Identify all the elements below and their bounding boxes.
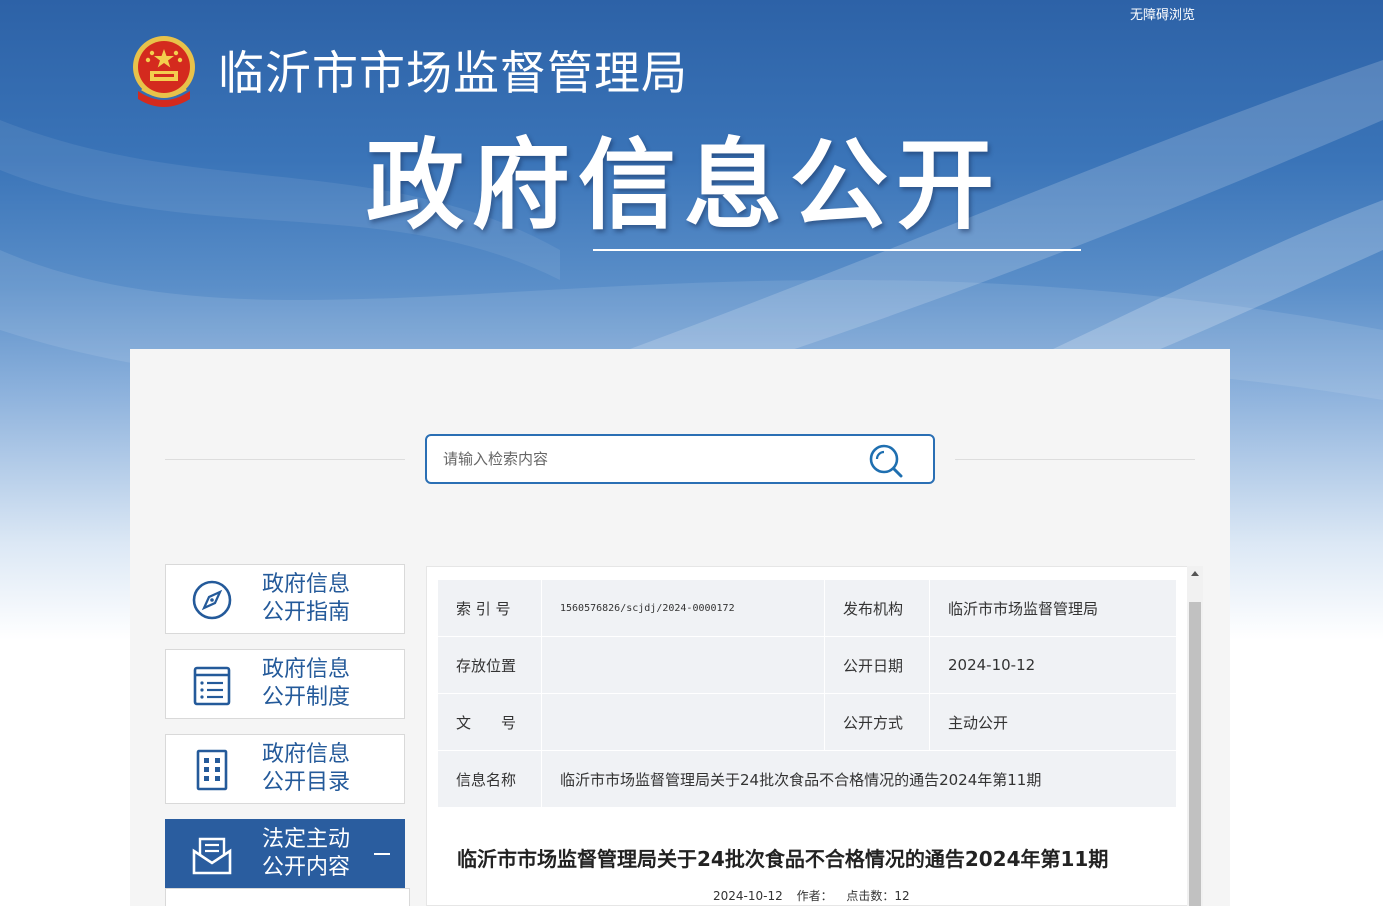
search-divider-left bbox=[165, 459, 405, 460]
sidebar-item-line1: 政府信息 bbox=[262, 657, 351, 682]
article-date: 2024-10-12 bbox=[713, 889, 783, 903]
table-row: 索 引 号 1560576826/scjdj/2024-0000172 发布机构… bbox=[437, 579, 1177, 637]
date-label: 公开日期 bbox=[824, 636, 930, 694]
scroll-thumb[interactable] bbox=[1189, 602, 1201, 906]
table-row: 存放位置 公开日期 2024-10-12 bbox=[437, 636, 1177, 694]
sidebar-item-label: 法定主动 公开内容 bbox=[262, 826, 392, 882]
list-document-icon bbox=[193, 666, 231, 706]
sidebar-item-line2: 公开制度 bbox=[262, 685, 351, 710]
location-label: 存放位置 bbox=[437, 636, 542, 694]
content-scrollbar[interactable] bbox=[1187, 566, 1203, 906]
collapse-icon[interactable] bbox=[374, 853, 390, 855]
article-author: 作者： bbox=[796, 889, 833, 903]
table-row: 信息名称 临沂市市场监督管理局关于24批次食品不合格情况的通告2024年第11期 bbox=[437, 750, 1177, 808]
search-input[interactable] bbox=[443, 446, 843, 472]
sidebar-item-line1: 政府信息 bbox=[262, 572, 351, 597]
article-clicks: 点击数：12 bbox=[846, 889, 910, 903]
org-value: 临沂市市场监督管理局 bbox=[929, 579, 1177, 637]
doc-no-value bbox=[541, 693, 825, 751]
site-title: 临沂市市场监督管理局 bbox=[218, 46, 688, 100]
date-value: 2024-10-12 bbox=[929, 636, 1177, 694]
info-table: 索 引 号 1560576826/scjdj/2024-0000172 发布机构… bbox=[437, 579, 1177, 808]
directory-grid-icon bbox=[196, 749, 228, 791]
page-title: 政府信息公开 bbox=[366, 129, 1003, 243]
scroll-up-arrow-icon[interactable] bbox=[1191, 571, 1199, 576]
table-row: 文 号 公开方式 主动公开 bbox=[437, 693, 1177, 751]
sidebar-item-statutory-content[interactable]: 法定主动 公开内容 bbox=[165, 819, 405, 889]
name-value: 临沂市市场监督管理局关于24批次食品不合格情况的通告2024年第11期 bbox=[541, 750, 1177, 808]
sidebar-item-label: 政府信息 公开制度 bbox=[262, 656, 392, 712]
method-value: 主动公开 bbox=[929, 693, 1177, 751]
sidebar-item-line2: 公开内容 bbox=[262, 855, 351, 880]
envelope-document-icon bbox=[192, 837, 232, 875]
sidebar-item-line1: 法定主动 bbox=[262, 827, 351, 852]
org-label: 发布机构 bbox=[824, 579, 930, 637]
title-underline bbox=[593, 249, 1081, 251]
sidebar-item-system[interactable]: 政府信息 公开制度 bbox=[165, 649, 405, 719]
content-area: 索 引 号 1560576826/scjdj/2024-0000172 发布机构… bbox=[426, 566, 1203, 906]
accessibility-link[interactable]: 无障碍浏览 bbox=[1130, 4, 1195, 23]
search-box bbox=[425, 434, 935, 484]
search-icon[interactable] bbox=[867, 442, 907, 478]
sidebar-submenu bbox=[165, 888, 410, 906]
sidebar-item-catalog[interactable]: 政府信息 公开目录 bbox=[165, 734, 405, 804]
index-value: 1560576826/scjdj/2024-0000172 bbox=[541, 579, 825, 637]
sidebar-item-label: 政府信息 公开目录 bbox=[262, 741, 392, 797]
article-title: 临沂市市场监督管理局关于24批次食品不合格情况的通告2024年第11期 bbox=[457, 847, 1109, 871]
sidebar-item-label: 政府信息 公开指南 bbox=[262, 571, 392, 627]
index-label: 索 引 号 bbox=[437, 579, 542, 637]
sidebar-item-line1: 政府信息 bbox=[262, 742, 351, 767]
location-value bbox=[541, 636, 825, 694]
article-meta: 2024-10-12 作者： 点击数：12 bbox=[713, 887, 920, 904]
doc-no-label: 文 号 bbox=[437, 693, 542, 751]
search-divider-right bbox=[955, 459, 1195, 460]
compass-icon bbox=[192, 580, 232, 620]
method-label: 公开方式 bbox=[824, 693, 930, 751]
sidebar-item-line2: 公开指南 bbox=[262, 600, 351, 625]
sidebar-item-line2: 公开目录 bbox=[262, 770, 351, 795]
name-label: 信息名称 bbox=[437, 750, 542, 808]
national-emblem-icon bbox=[133, 36, 195, 107]
sidebar-item-guide[interactable]: 政府信息 公开指南 bbox=[165, 564, 405, 634]
